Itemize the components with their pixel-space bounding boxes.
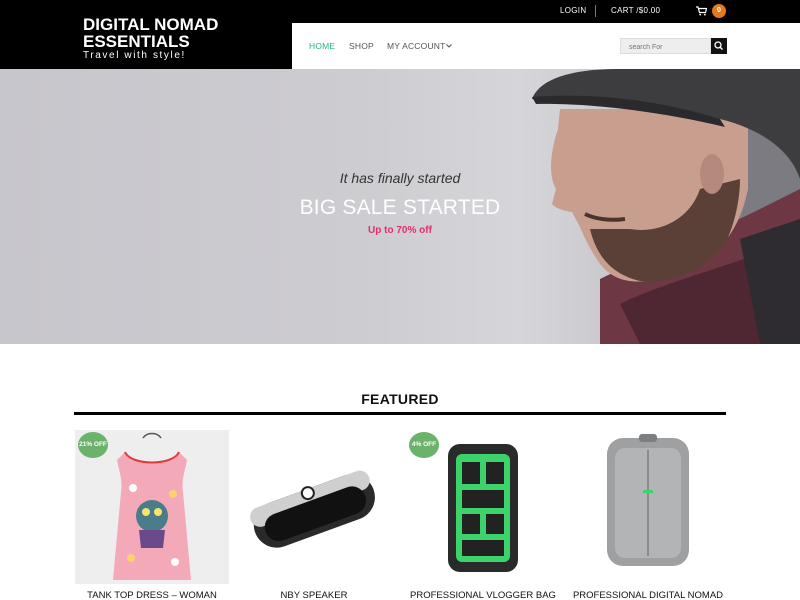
product-name[interactable]: PROFESSIONAL VLOGGER BAG	[396, 590, 570, 600]
product-image[interactable]	[237, 430, 391, 584]
cart-count-badge[interactable]: 0	[712, 4, 726, 18]
main-nav: HOME SHOP MY ACCOUNT	[292, 23, 800, 69]
login-link[interactable]: LOGIN	[560, 6, 586, 15]
backpack-image	[607, 434, 689, 566]
hero-banner[interactable]: It has finally started BIG SALE STARTED …	[0, 69, 800, 344]
hero-kicker: It has finally started	[339, 170, 461, 186]
discount-badge: 4% OFF	[409, 432, 439, 458]
chevron-down-icon[interactable]	[445, 42, 453, 50]
featured-divider	[74, 412, 726, 415]
product-card[interactable]: PROFESSIONAL DIGITAL NOMAD	[571, 430, 725, 600]
search-button[interactable]	[711, 38, 727, 54]
speaker-image	[250, 470, 375, 548]
product-card[interactable]: 4% OFF PROFESSIONAL VLOGGER BAG	[406, 430, 560, 600]
product-name[interactable]: TANK TOP DRESS – WOMAN	[65, 590, 239, 600]
site-title[interactable]: DIGITAL NOMAD ESSENTIALS	[83, 16, 283, 50]
search-input[interactable]	[620, 38, 711, 54]
nav-item-shop[interactable]: SHOP	[349, 41, 374, 51]
product-image[interactable]	[571, 430, 725, 584]
discount-badge: 21% OFF	[78, 432, 108, 458]
product-card[interactable]: NBY SPEAKER	[237, 430, 391, 600]
cart-link[interactable]: CART /$0.00	[611, 6, 660, 15]
top-bar-divider	[595, 5, 596, 17]
cart-icon[interactable]	[696, 6, 707, 16]
product-card[interactable]: 21% OFF TANK TOP DRESS – WOMAN	[75, 430, 229, 600]
site-tagline: Travel with style!	[83, 50, 186, 61]
product-name[interactable]: PROFESSIONAL DIGITAL NOMAD	[561, 590, 735, 600]
search-icon	[714, 41, 723, 50]
featured-heading: FEATURED	[361, 391, 439, 407]
nav-item-my-account[interactable]: MY ACCOUNT	[387, 41, 446, 51]
product-name[interactable]: NBY SPEAKER	[227, 590, 401, 600]
nav-item-home[interactable]: HOME	[309, 41, 335, 51]
hero-title: BIG SALE STARTED	[299, 196, 501, 219]
hero-subtitle: Up to 70% off	[368, 225, 432, 236]
logo[interactable]: DIGITAL NOMAD ESSENTIALS Travel with sty…	[0, 0, 292, 69]
